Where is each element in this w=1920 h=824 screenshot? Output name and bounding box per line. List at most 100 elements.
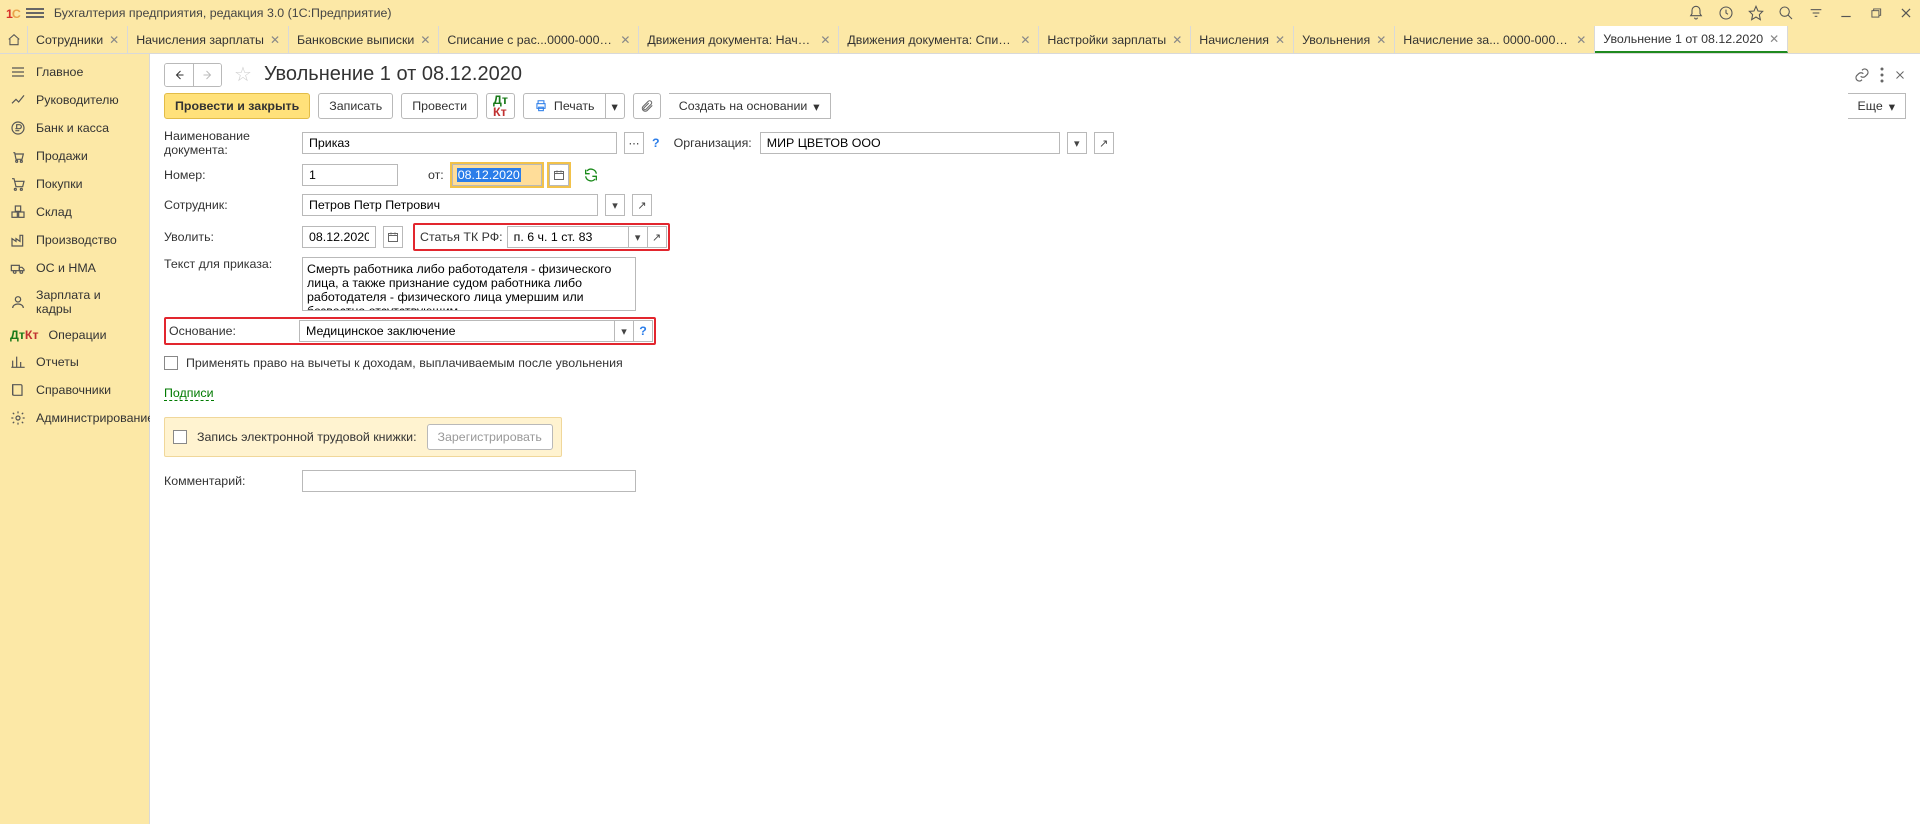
nav-back-button[interactable] xyxy=(165,64,193,86)
tab-label: Банковские выписки xyxy=(297,33,414,47)
close-icon[interactable]: ✕ xyxy=(1576,34,1586,46)
signers-link[interactable]: Подписи xyxy=(164,386,214,401)
article-open[interactable]: ↗ xyxy=(647,226,667,248)
tab[interactable]: Начисление за... 0000-000001✕ xyxy=(1395,26,1595,53)
close-icon[interactable]: ✕ xyxy=(270,34,280,46)
link-icon[interactable] xyxy=(1854,67,1870,83)
print-button[interactable]: Печать xyxy=(523,93,606,119)
sidebar-item[interactable]: Администрирование xyxy=(0,404,149,432)
tab[interactable]: Увольнения✕ xyxy=(1294,26,1395,53)
doc-name-field[interactable] xyxy=(302,132,617,154)
truck-icon xyxy=(10,260,26,276)
register-button[interactable]: Зарегистрировать xyxy=(427,424,553,450)
basis-field[interactable] xyxy=(299,320,615,342)
sidebar-item[interactable]: Руководителю xyxy=(0,86,149,114)
close-icon[interactable]: ✕ xyxy=(820,34,830,46)
tab[interactable]: Начисления✕ xyxy=(1191,26,1294,53)
etk-checkbox[interactable] xyxy=(173,430,187,444)
date-calendar[interactable] xyxy=(549,164,569,186)
sidebar-item-label: Зарплата и кадры xyxy=(36,288,139,316)
close-window-icon[interactable] xyxy=(1898,5,1914,21)
sidebar-item[interactable]: Зарплата и кадры xyxy=(0,282,149,322)
history-icon[interactable] xyxy=(1718,5,1734,21)
deductions-checkbox[interactable] xyxy=(164,356,178,370)
favorite-star-icon[interactable]: ☆ xyxy=(234,62,252,87)
post-button[interactable]: Провести xyxy=(401,93,478,119)
more-menu-icon[interactable] xyxy=(1880,67,1884,83)
tab[interactable]: Движения документа: Спис...✕ xyxy=(839,26,1039,53)
org-field[interactable] xyxy=(760,132,1060,154)
post-close-button[interactable]: Провести и закрыть xyxy=(164,93,310,119)
tab[interactable]: Банковские выписки ✕ xyxy=(289,26,439,53)
article-field[interactable] xyxy=(507,226,629,248)
basis-help[interactable]: ? xyxy=(633,320,653,342)
sidebar-item[interactable]: ОС и НМА xyxy=(0,254,149,282)
sidebar-item[interactable]: Банк и касса xyxy=(0,114,149,142)
sidebar-item[interactable]: Производство xyxy=(0,226,149,254)
basis-dropdown[interactable]: ▾ xyxy=(614,320,634,342)
tab[interactable]: Настройки зарплаты ✕ xyxy=(1039,26,1191,53)
nav-forward-button[interactable] xyxy=(193,64,221,86)
close-icon[interactable]: ✕ xyxy=(1172,34,1182,46)
close-icon[interactable]: ✕ xyxy=(620,34,630,46)
tab[interactable]: Сотрудники✕ xyxy=(28,26,128,53)
close-icon[interactable]: ✕ xyxy=(1769,33,1779,45)
sidebar-item-label: Склад xyxy=(36,205,72,219)
label-doc-name: Наименование документа: xyxy=(164,129,294,157)
sidebar-item[interactable]: ДтКтОперации xyxy=(0,322,149,348)
print-dropdown[interactable]: ▾ xyxy=(606,93,625,119)
sidebar-item[interactable]: Покупки xyxy=(0,170,149,198)
close-icon[interactable]: ✕ xyxy=(420,34,430,46)
dtkt-button[interactable]: ДтКт xyxy=(486,93,515,119)
order-text-field[interactable] xyxy=(302,257,636,311)
tab[interactable]: Списание с рас...0000-000013✕ xyxy=(439,26,639,53)
tab-label: Настройки зарплаты xyxy=(1047,33,1166,47)
fire-date-field[interactable] xyxy=(302,226,376,248)
search-icon[interactable] xyxy=(1778,5,1794,21)
close-doc-icon[interactable] xyxy=(1894,69,1906,81)
more-button[interactable]: Еще ▾ xyxy=(1848,93,1906,119)
close-icon[interactable]: ✕ xyxy=(1020,34,1030,46)
org-dropdown[interactable]: ▾ xyxy=(1067,132,1087,154)
create-based-button[interactable]: Создать на основании ▾ xyxy=(669,93,831,119)
label-employee: Сотрудник: xyxy=(164,198,294,212)
restore-icon[interactable] xyxy=(1868,5,1884,21)
person-icon xyxy=(10,294,26,310)
tab[interactable]: Начисления зарплаты✕ xyxy=(128,26,289,53)
sidebar-item[interactable]: Продажи xyxy=(0,142,149,170)
cart-icon xyxy=(10,148,26,164)
close-icon[interactable]: ✕ xyxy=(109,34,119,46)
label-date: от: xyxy=(428,168,444,182)
date-field[interactable]: 08.12.2020 xyxy=(452,164,542,186)
refresh-icon[interactable] xyxy=(583,167,599,183)
fire-date-calendar[interactable] xyxy=(383,226,403,248)
number-field[interactable] xyxy=(302,164,398,186)
employee-open[interactable]: ↗ xyxy=(632,194,652,216)
attach-button[interactable] xyxy=(633,93,661,119)
sidebar-item[interactable]: Главное xyxy=(0,58,149,86)
filter-icon[interactable] xyxy=(1808,5,1824,21)
home-tab[interactable] xyxy=(0,26,28,53)
doc-name-select[interactable]: ⋯ xyxy=(624,132,644,154)
close-icon[interactable]: ✕ xyxy=(1376,34,1386,46)
sidebar-item[interactable]: Склад xyxy=(0,198,149,226)
sidebar-item[interactable]: Отчеты xyxy=(0,348,149,376)
hamburger-icon[interactable] xyxy=(26,8,44,18)
write-button[interactable]: Записать xyxy=(318,93,393,119)
help-name[interactable]: ? xyxy=(652,136,660,150)
tab[interactable]: Движения документа: Начи...✕ xyxy=(639,26,839,53)
org-open[interactable]: ↗ xyxy=(1094,132,1114,154)
bell-icon[interactable] xyxy=(1688,5,1704,21)
sidebar-item[interactable]: Справочники xyxy=(0,376,149,404)
star-icon[interactable] xyxy=(1748,5,1764,21)
close-icon[interactable]: ✕ xyxy=(1275,34,1285,46)
employee-field[interactable] xyxy=(302,194,598,216)
employee-dropdown[interactable]: ▾ xyxy=(605,194,625,216)
label-article: Статья ТК РФ: xyxy=(416,230,507,244)
comment-field[interactable] xyxy=(302,470,636,492)
article-dropdown[interactable]: ▾ xyxy=(628,226,648,248)
document-title: Увольнение 1 от 08.12.2020 xyxy=(264,63,522,86)
sidebar-item-label: Банк и касса xyxy=(36,121,109,135)
minimize-icon[interactable] xyxy=(1838,5,1854,21)
tab[interactable]: Увольнение 1 от 08.12.2020✕ xyxy=(1595,26,1788,53)
